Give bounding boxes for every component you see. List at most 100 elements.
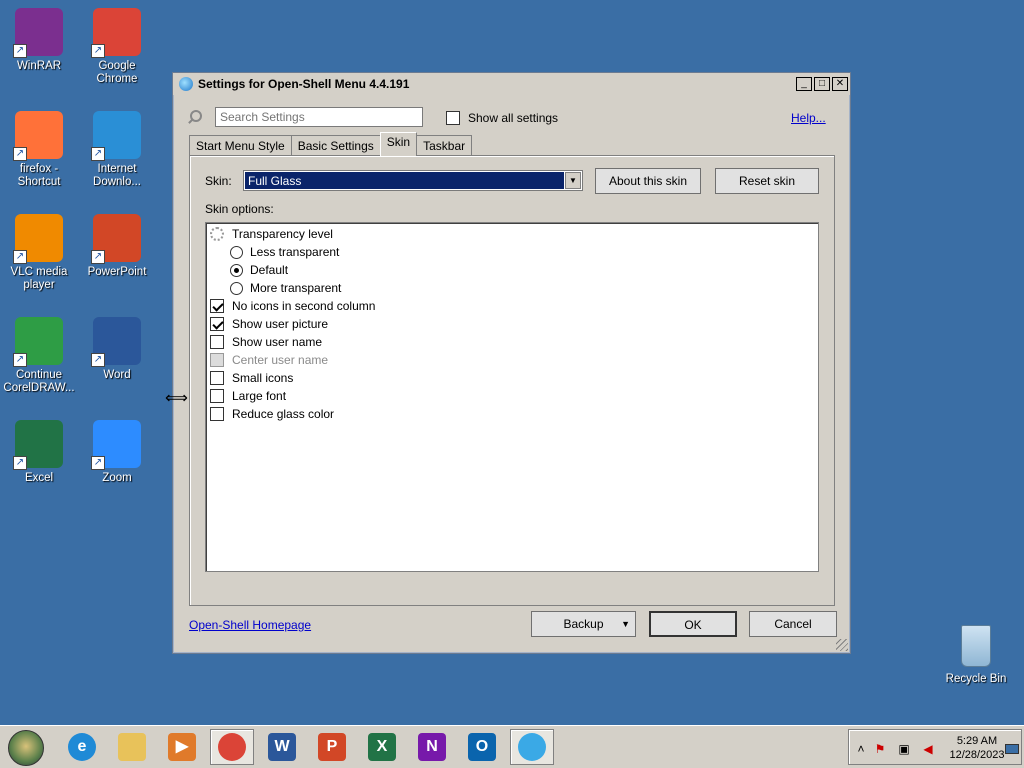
skin-option[interactable]: Less transparent [230, 243, 339, 261]
taskbar-app-chrome[interactable] [210, 729, 254, 765]
app-icon: ↗ [91, 317, 141, 367]
taskbar-app-edge[interactable]: e [60, 729, 104, 765]
desktop-shortcut[interactable]: ↗ Internet Downlo... [78, 111, 156, 189]
skin-option[interactable]: Default [230, 261, 288, 279]
file-explorer-icon [118, 733, 146, 761]
radio-button[interactable] [230, 245, 243, 259]
show-desktop-icon[interactable] [1005, 744, 1019, 754]
edge-icon: e [68, 733, 96, 761]
skin-option-label: Center user name [232, 353, 329, 367]
desktop-shortcut[interactable]: ↗ Word [78, 317, 156, 382]
app-icon: ↗ [13, 8, 63, 58]
search-row [187, 107, 423, 127]
desktop-shortcut[interactable]: ↗ Continue CorelDRAW... [0, 317, 78, 395]
app-icon: ↗ [91, 420, 141, 470]
tab-taskbar[interactable]: Taskbar [416, 135, 473, 156]
show-all-label: Show all settings [468, 111, 559, 125]
skin-option[interactable]: No icons in second column [210, 297, 375, 315]
taskbar-app-media-player[interactable]: ▶ [160, 729, 204, 765]
skin-option-label: More transparent [250, 281, 342, 295]
taskbar-app-file-explorer[interactable] [110, 729, 154, 765]
backup-button[interactable]: Backup ▼ [531, 611, 636, 637]
desktop-shortcut[interactable]: ↗ Excel [0, 420, 78, 485]
cancel-button[interactable]: Cancel [749, 611, 837, 637]
tab-basic-settings[interactable]: Basic Settings [290, 135, 381, 156]
help-link[interactable]: Help... [791, 111, 826, 125]
about-skin-button[interactable]: About this skin [595, 168, 701, 194]
search-input[interactable] [215, 107, 423, 127]
shortcut-arrow-icon: ↗ [91, 44, 105, 58]
desktop-shortcut-label: Zoom [102, 472, 132, 484]
skin-option[interactable]: Show user name [210, 333, 322, 351]
skin-options-label: Skin options: [205, 202, 274, 216]
desktop-shortcut[interactable]: ↗ firefox - Shortcut [0, 111, 78, 189]
shortcut-arrow-icon: ↗ [13, 44, 27, 58]
action-center-flag-icon[interactable]: ⚑ [873, 742, 887, 756]
reset-skin-button[interactable]: Reset skin [715, 168, 819, 194]
network-icon[interactable]: ▣ [897, 742, 911, 756]
taskbar-app-powerpoint[interactable]: P [310, 729, 354, 765]
close-button[interactable]: ✕ [832, 77, 848, 91]
skin-option-label: Transparency level [232, 227, 333, 241]
checkbox[interactable] [210, 317, 224, 331]
recycle-bin-shortcut[interactable]: Recycle Bin [940, 625, 1012, 685]
skin-option[interactable]: Large font [210, 387, 286, 405]
checkbox[interactable] [210, 389, 224, 403]
resize-grip-icon[interactable] [836, 639, 848, 651]
title-bar[interactable]: Settings for Open-Shell Menu 4.4.191 _ □… [173, 73, 850, 95]
shortcut-arrow-icon: ↗ [13, 250, 27, 264]
skin-option[interactable]: More transparent [230, 279, 341, 297]
skin-option-label: Less transparent [250, 245, 340, 259]
taskbar-app-open-shell[interactable] [510, 729, 554, 765]
show-hidden-icons-icon[interactable]: ˄ [854, 742, 868, 756]
taskbar: e ▶ W P X N O ˄ ⚑ ▣ ◀ 5:29 AM 12/28/2023 [0, 725, 1024, 768]
shortcut-arrow-icon: ↗ [91, 147, 105, 161]
skin-option-label: Show user picture [232, 317, 329, 331]
app-icon: ↗ [91, 8, 141, 58]
shortcut-arrow-icon: ↗ [91, 353, 105, 367]
checkbox[interactable] [210, 407, 224, 421]
volume-muted-icon[interactable]: ◀ [921, 742, 935, 756]
desktop-shortcut[interactable]: ↗ Zoom [78, 420, 156, 485]
app-icon: ↗ [91, 111, 141, 161]
skin-option[interactable]: Transparency level [210, 225, 333, 243]
skin-dropdown[interactable]: Full Glass ▼ [243, 170, 583, 191]
taskbar-app-outlook[interactable]: O [460, 729, 504, 765]
skin-options-list: Transparency level Less transparent Defaul… [205, 222, 819, 572]
radio-button[interactable] [230, 281, 243, 295]
show-all-settings[interactable]: Show all settings [446, 111, 558, 125]
chevron-down-icon[interactable]: ▼ [565, 172, 581, 189]
homepage-link[interactable]: Open-Shell Homepage [189, 618, 311, 632]
skin-option[interactable]: Reduce glass color [210, 405, 334, 423]
clock-time: 5:29 AM [956, 735, 998, 747]
taskbar-app-excel[interactable]: X [360, 729, 404, 765]
desktop-shortcut-label: Internet Downlo... [93, 163, 141, 188]
tab-skin[interactable]: Skin [379, 132, 418, 156]
dropdown-arrow-icon: ▼ [621, 619, 630, 629]
skin-option[interactable]: Show user picture [210, 315, 328, 333]
excel-icon: X [368, 733, 396, 761]
desktop-shortcut[interactable]: ↗ PowerPoint [78, 214, 156, 279]
taskbar-app-onenote[interactable]: N [410, 729, 454, 765]
desktop-shortcut[interactable]: ↗ WinRAR [0, 8, 78, 73]
desktop-shortcut[interactable]: ↗ Google Chrome [78, 8, 156, 86]
minimize-button[interactable]: _ [796, 77, 812, 91]
checkbox[interactable] [210, 335, 224, 349]
skin-option[interactable]: Small icons [210, 369, 293, 387]
ok-button[interactable]: OK [649, 611, 737, 637]
checkbox[interactable] [210, 371, 224, 385]
outlook-icon: O [468, 733, 496, 761]
desktop-shortcut[interactable]: ↗ VLC media player [0, 214, 78, 292]
taskbar-app-word[interactable]: W [260, 729, 304, 765]
desktop-shortcut-label: Word [103, 369, 131, 381]
tab-start-menu-style[interactable]: Start Menu Style [189, 135, 292, 156]
app-icon: ↗ [13, 214, 63, 264]
clock[interactable]: 5:29 AM 12/28/2023 [943, 734, 1011, 762]
show-all-checkbox[interactable] [446, 111, 460, 125]
shortcut-arrow-icon: ↗ [13, 147, 27, 161]
app-icon: ↗ [13, 317, 63, 367]
start-button[interactable] [8, 730, 44, 766]
radio-button[interactable] [230, 263, 243, 277]
maximize-button[interactable]: □ [814, 77, 830, 91]
checkbox[interactable] [210, 299, 224, 313]
